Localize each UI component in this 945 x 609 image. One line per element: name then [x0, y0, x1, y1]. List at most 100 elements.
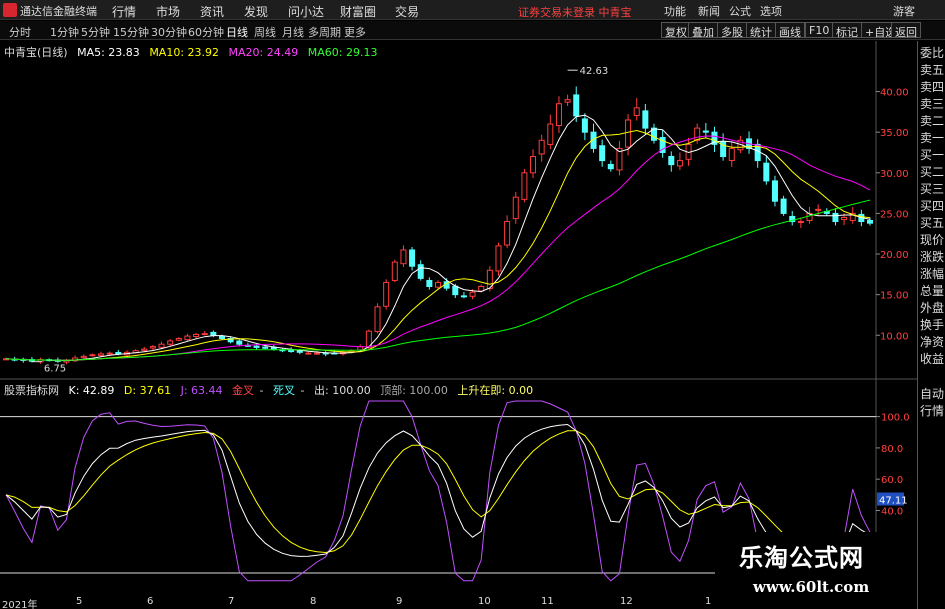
- side-item-13[interactable]: 涨幅: [919, 266, 945, 282]
- watermark: 乐淘公式网 www.60lt.com: [715, 532, 917, 609]
- period-timeshare[interactable]: 分时: [9, 24, 31, 40]
- menu-market[interactable]: 市场: [156, 3, 180, 20]
- side-item-2[interactable]: 卖四: [919, 79, 945, 95]
- side-item-20[interactable]: 自动: [919, 386, 945, 402]
- candle-down: [581, 118, 588, 133]
- candle-down: [573, 94, 580, 117]
- menu-assistant[interactable]: 问小达: [288, 3, 324, 20]
- period-daily[interactable]: 日线: [226, 24, 248, 40]
- candle-down: [763, 162, 770, 182]
- period-1min[interactable]: 1分钟: [50, 24, 79, 40]
- date-label: 1: [705, 596, 712, 607]
- stock-legend: 中青宝(日线) MA5: 23.83 MA10: 23.92 MA20: 24.…: [4, 44, 383, 60]
- side-item-7[interactable]: 买二: [919, 164, 945, 180]
- side-item-3[interactable]: 卖三: [919, 96, 945, 112]
- candle-up: [841, 216, 848, 221]
- candle-up: [391, 261, 398, 281]
- side-item-15[interactable]: 外盘: [919, 300, 945, 316]
- candle-up: [676, 160, 683, 167]
- price-tick-label: 20.00: [880, 250, 909, 261]
- price-tick-label: 10.00: [880, 331, 909, 342]
- login-notice[interactable]: 证券交易未登录 中青宝: [518, 4, 632, 20]
- period-weekly[interactable]: 周线: [254, 24, 276, 40]
- side-item-6[interactable]: 买一: [919, 147, 945, 163]
- side-item-11[interactable]: 现价: [919, 232, 945, 248]
- menu-discover[interactable]: 发现: [244, 3, 268, 20]
- candle-down: [409, 249, 416, 267]
- multi-stock-button[interactable]: 多股: [717, 22, 747, 39]
- side-item-12[interactable]: 涨跌: [919, 249, 945, 265]
- overlay-button[interactable]: 叠加: [688, 22, 718, 39]
- side-item-5[interactable]: 卖一: [919, 130, 945, 146]
- side-item-0[interactable]: 委比: [919, 45, 945, 61]
- f10-button[interactable]: F10: [805, 22, 834, 38]
- candle-up: [374, 306, 381, 333]
- candle-up: [175, 338, 182, 341]
- menu-trade[interactable]: 交易: [395, 3, 419, 20]
- side-item-16[interactable]: 换手: [919, 317, 945, 333]
- candle-down: [702, 130, 709, 133]
- menu-news[interactable]: 资讯: [200, 3, 224, 20]
- side-item-8[interactable]: 买三: [919, 181, 945, 197]
- menu-functions[interactable]: 功能: [664, 3, 686, 19]
- period-30min[interactable]: 30分钟: [151, 24, 187, 40]
- candle-up: [547, 123, 554, 145]
- side-item-21[interactable]: 行情: [919, 403, 945, 419]
- date-label: 5: [76, 596, 83, 607]
- menu-news-right[interactable]: 新闻: [698, 3, 720, 19]
- menu-wealth[interactable]: 财富圈: [340, 3, 376, 20]
- side-item-9[interactable]: 买四: [919, 198, 945, 214]
- period-multi[interactable]: 多周期: [308, 24, 341, 40]
- candle-up: [314, 352, 321, 355]
- ma20-line: [5, 135, 871, 361]
- period-5min[interactable]: 5分钟: [81, 24, 110, 40]
- candle-down: [607, 163, 614, 170]
- low-label: 6.75: [44, 364, 66, 375]
- candle-up: [538, 139, 545, 155]
- candle-up: [495, 245, 502, 272]
- j-value: J: 63.44: [180, 384, 223, 397]
- menu-quotes[interactable]: 行情: [112, 3, 136, 20]
- kline-chart[interactable]: 40.00 35.00 30.00 25.00 20.00 15.00 10.00 42.63…: [0, 41, 917, 596]
- menu-options[interactable]: 选项: [760, 3, 782, 19]
- candle-up: [400, 249, 407, 265]
- menu-formula[interactable]: 公式: [729, 3, 751, 19]
- candle-up: [555, 103, 562, 127]
- stock-name[interactable]: 中青宝(日线): [4, 46, 68, 59]
- mark-button[interactable]: 标记: [832, 22, 862, 39]
- side-item-14[interactable]: 总量: [919, 283, 945, 299]
- candle-up: [694, 127, 701, 141]
- candle-up: [149, 346, 156, 349]
- candle-up: [728, 147, 735, 161]
- statistics-button[interactable]: 统计: [746, 22, 776, 39]
- candle-up: [141, 348, 148, 351]
- candle-down: [115, 351, 122, 355]
- candle-up: [504, 221, 511, 246]
- candle-up: [201, 333, 208, 336]
- period-15min[interactable]: 15分钟: [113, 24, 149, 40]
- k-value: K: 42.89: [68, 384, 115, 397]
- side-item-18[interactable]: 收益: [919, 351, 945, 367]
- side-item-4[interactable]: 卖二: [919, 113, 945, 129]
- candle-up: [478, 286, 485, 292]
- candle-down: [832, 212, 839, 223]
- candle-up: [521, 172, 528, 200]
- kdj-tick-label: 80.0: [881, 444, 903, 455]
- golden-cross-value: -: [259, 384, 264, 397]
- period-more[interactable]: 更多: [344, 24, 366, 40]
- user-guest[interactable]: 游客: [893, 3, 915, 19]
- date-label: 2021年: [2, 600, 38, 609]
- side-item-10[interactable]: 买五: [919, 215, 945, 231]
- adjust-button[interactable]: 复权: [661, 22, 691, 39]
- draw-line-button[interactable]: 画线: [775, 22, 805, 39]
- side-item-1[interactable]: 卖五: [919, 62, 945, 78]
- date-label: 6: [147, 596, 154, 607]
- back-button[interactable]: 返回: [891, 22, 921, 39]
- period-monthly[interactable]: 月线: [282, 24, 304, 40]
- side-item-17[interactable]: 净资: [919, 334, 945, 350]
- indicator-name[interactable]: 股票指标网: [4, 384, 59, 397]
- out-value: 出: 100.00: [314, 384, 371, 397]
- period-toolbar: 分时 1分钟 5分钟 15分钟 30分钟 60分钟 日线 周线 月线 多周期 更…: [0, 21, 945, 40]
- period-60min[interactable]: 60分钟: [188, 24, 224, 40]
- price-tick-label: 15.00: [880, 291, 909, 302]
